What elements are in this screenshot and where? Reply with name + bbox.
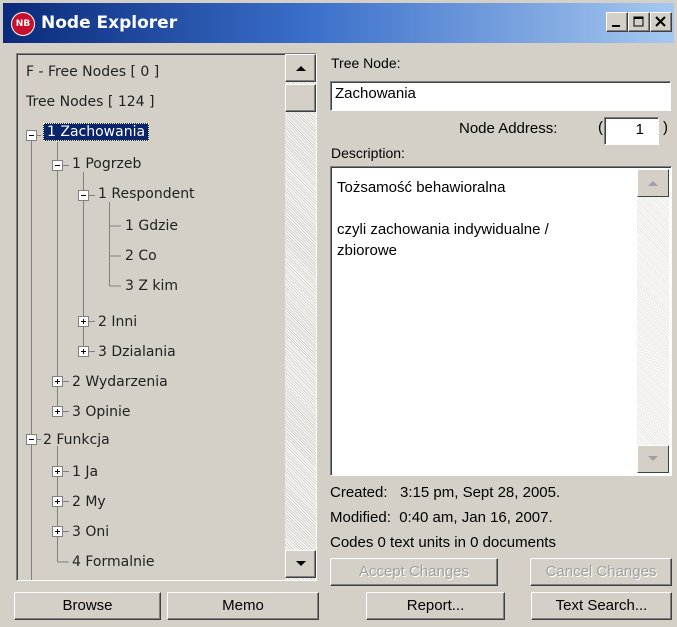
scroll-thumb[interactable] bbox=[285, 84, 316, 112]
tree-item-gdzie[interactable]: 1 Gdzie bbox=[125, 214, 178, 238]
codes-text: Codes 0 text units in 0 documents bbox=[330, 534, 556, 551]
bracket-open: ( bbox=[598, 119, 603, 136]
tree-item-pogrzeb[interactable]: 1 Pogrzeb bbox=[72, 152, 141, 176]
tree-item-wydarzenia[interactable]: 2 Wydarzenia bbox=[72, 370, 168, 394]
memo-button[interactable]: Memo bbox=[167, 592, 319, 620]
tree-item-oni[interactable]: 3 Oni bbox=[72, 520, 109, 544]
accept-changes-button[interactable]: Accept Changes bbox=[330, 558, 498, 586]
cancel-changes-button[interactable]: Cancel Changes bbox=[530, 558, 672, 586]
minimize-button[interactable] bbox=[606, 12, 628, 32]
description-scroll-up-button[interactable] bbox=[637, 169, 669, 197]
minimize-icon bbox=[612, 25, 620, 27]
arrow-up-icon bbox=[296, 66, 306, 71]
title-bar[interactable]: NB Node Explorer bbox=[3, 3, 674, 43]
description-text[interactable]: Tożsamość behawioralna czyli zachowania … bbox=[337, 177, 637, 261]
node-address-label: Node Address: bbox=[459, 120, 558, 137]
close-icon bbox=[655, 16, 666, 27]
description-scrollbar[interactable] bbox=[637, 169, 669, 473]
description-field[interactable]: Tożsamość behawioralna czyli zachowania … bbox=[330, 166, 672, 476]
tree-item-opinie[interactable]: 3 Opinie bbox=[72, 400, 131, 424]
tree-item-ja[interactable]: 1 Ja bbox=[72, 460, 98, 484]
modified-text: Modified: 0:40 am, Jan 16, 2007. bbox=[330, 509, 553, 526]
tree-item-co[interactable]: 2 Co bbox=[125, 244, 157, 268]
tree-scrollbar[interactable] bbox=[285, 54, 316, 580]
text-search-button[interactable]: Text Search... bbox=[531, 592, 672, 620]
node-tree[interactable]: F - Free Nodes [ 0 ] Tree Nodes [ 124 ] … bbox=[16, 53, 317, 581]
scroll-down-button[interactable] bbox=[285, 550, 316, 578]
node-explorer-window: NB Node Explorer F - Free Nodes [0] Tr… bbox=[0, 0, 677, 627]
tree-item-my[interactable]: 2 My bbox=[72, 490, 106, 514]
tree-item-dzialania[interactable]: 3 Dzialania bbox=[98, 340, 176, 364]
arrow-down-icon bbox=[296, 561, 306, 566]
tree-node-field[interactable]: Zachowania bbox=[330, 81, 671, 111]
arrow-up-icon bbox=[648, 181, 658, 186]
created-text: Created: 3:15 pm, Sept 28, 2005. bbox=[330, 484, 561, 501]
selected-node-label: 1 Zachowania bbox=[43, 123, 150, 141]
tree-item-formalnie[interactable]: 4 Formalnie bbox=[72, 550, 154, 574]
app-logo-icon: NB bbox=[11, 12, 35, 36]
tree-item-free-nodes[interactable]: F - Free Nodes [ 0 ] bbox=[26, 60, 159, 84]
close-button[interactable] bbox=[650, 12, 672, 32]
tree-item-z-kim[interactable]: 3 Z kim bbox=[125, 274, 178, 298]
description-scroll-down-button[interactable] bbox=[637, 445, 669, 473]
arrow-down-icon bbox=[648, 456, 658, 461]
tree-item-inni[interactable]: 2 Inni bbox=[98, 310, 137, 334]
node-address-field[interactable]: 1 bbox=[604, 117, 659, 145]
description-label: Description: bbox=[331, 145, 405, 161]
bracket-close: ) bbox=[663, 119, 668, 136]
report-button[interactable]: Report... bbox=[366, 592, 505, 620]
tree-node-label: Tree Node: bbox=[331, 55, 401, 71]
maximize-button[interactable] bbox=[628, 12, 650, 32]
scroll-up-button[interactable] bbox=[285, 54, 316, 82]
window-title: Node Explorer bbox=[41, 13, 178, 33]
tree-item-funkcja[interactable]: 2 Funkcja bbox=[43, 428, 110, 452]
browse-button[interactable]: Browse bbox=[14, 592, 161, 620]
tree-item-tree-nodes[interactable]: Tree Nodes [ 124 ] bbox=[26, 90, 154, 114]
maximize-icon bbox=[633, 16, 644, 27]
tree-item-zachowania[interactable]: 1 Zachowania bbox=[43, 122, 150, 144]
tree-item-respondent[interactable]: 1 Respondent bbox=[98, 182, 195, 206]
